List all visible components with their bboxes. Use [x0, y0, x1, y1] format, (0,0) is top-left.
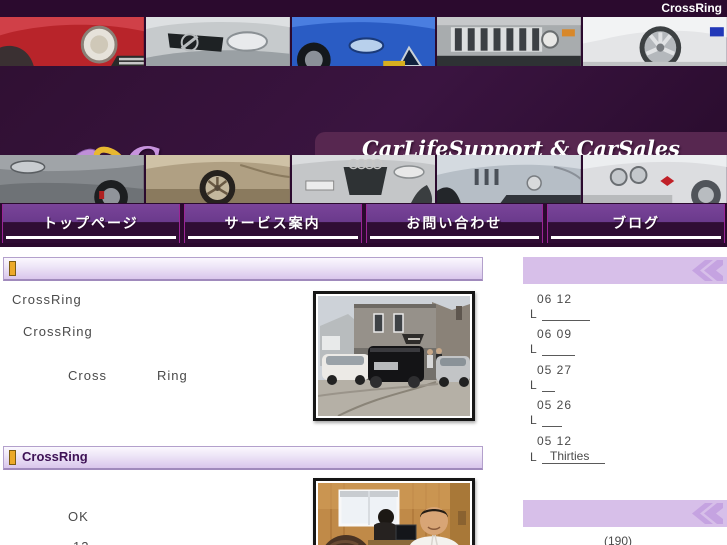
- car-photo-silver-volvo: [145, 17, 290, 66]
- entry-link[interactable]: [542, 379, 555, 392]
- branch-prefix: L: [530, 413, 537, 427]
- office-photo: [313, 478, 475, 545]
- entry-date: 06 12: [537, 292, 573, 306]
- topbar-brand: CrossRing: [661, 1, 722, 15]
- entry-link[interactable]: [542, 414, 562, 427]
- nav-contact[interactable]: お問い合わせ: [365, 204, 544, 243]
- entry-link[interactable]: [542, 308, 590, 321]
- entry-link[interactable]: [542, 343, 575, 356]
- car-photo-strip-top: [0, 17, 727, 67]
- content-line: OK: [68, 509, 89, 524]
- content-line-cutoff: 12: [73, 539, 89, 545]
- section-header-2: CrossRing: [3, 446, 483, 470]
- entry-date: 06 09: [537, 327, 573, 341]
- entry-date: 05 12: [537, 434, 573, 448]
- content-line: CrossRing: [23, 324, 93, 339]
- branch-prefix: L: [530, 342, 537, 356]
- nav-label: お問い合わせ: [406, 215, 503, 231]
- branch-prefix: L: [530, 450, 537, 464]
- dealership-photo: [313, 291, 475, 421]
- car-photo-red-mini: [0, 17, 144, 66]
- car-photo-strip-bottom: [0, 155, 727, 204]
- car-photo-blue-alfa: [291, 17, 436, 66]
- nav-blog[interactable]: ブログ: [547, 204, 725, 243]
- section-title: CrossRing: [22, 449, 88, 464]
- nav-service-guide[interactable]: サービス案内: [183, 204, 362, 243]
- entry-date: 05 27: [537, 363, 573, 377]
- car-photo-hummer: [437, 17, 582, 66]
- car-photo-audi-tt: [291, 155, 436, 203]
- double-chevron-left-icon: [692, 503, 723, 524]
- car-photo-peugeot: [437, 155, 582, 203]
- main-nav: トップページ サービス案内 お問い合わせ ブログ: [0, 203, 727, 247]
- branch-prefix: L: [530, 378, 537, 392]
- nav-label: ブログ: [612, 215, 661, 231]
- sidebar-entry: 05 27 L: [530, 363, 725, 392]
- car-photo-porsche-cayenne: [0, 155, 144, 203]
- crossring-homepage: CrossRing CarLifeSupport & CarSales トップペ…: [0, 0, 727, 545]
- content-line: CrossRing: [68, 368, 188, 383]
- branch-prefix: L: [530, 307, 537, 321]
- nav-label: トップページ: [43, 215, 139, 231]
- gold-accent-icon: [9, 450, 16, 465]
- double-chevron-left-icon: [692, 260, 723, 281]
- section-header-1: [3, 257, 483, 281]
- entry-date: 05 26: [537, 398, 573, 412]
- entry-link[interactable]: Thirties: [542, 449, 606, 464]
- sidebar-header-2: [523, 500, 727, 527]
- sidebar-header-1: [523, 257, 727, 284]
- car-photo-bmw-side: [145, 155, 290, 203]
- sidebar-entry: 05 26 L: [530, 398, 725, 427]
- content-line: CrossRing: [12, 292, 82, 307]
- topbar: CrossRing: [0, 0, 727, 17]
- sidebar-entry: 06 12 L: [530, 292, 725, 321]
- gold-accent-icon: [9, 261, 16, 276]
- car-photo-corvette: [583, 155, 727, 203]
- sidebar-entry: 05 12 L Thirties: [530, 434, 725, 464]
- sidebar-entry: 06 09 L: [530, 327, 725, 356]
- entry-count: (190): [604, 534, 633, 545]
- nav-label: サービス案内: [224, 215, 321, 231]
- header-band: Cross Ring CarLifeSupport & CarSales カーラ…: [0, 66, 727, 221]
- nav-top-page[interactable]: トップページ: [2, 204, 180, 243]
- car-photo-white-audi: [583, 17, 727, 66]
